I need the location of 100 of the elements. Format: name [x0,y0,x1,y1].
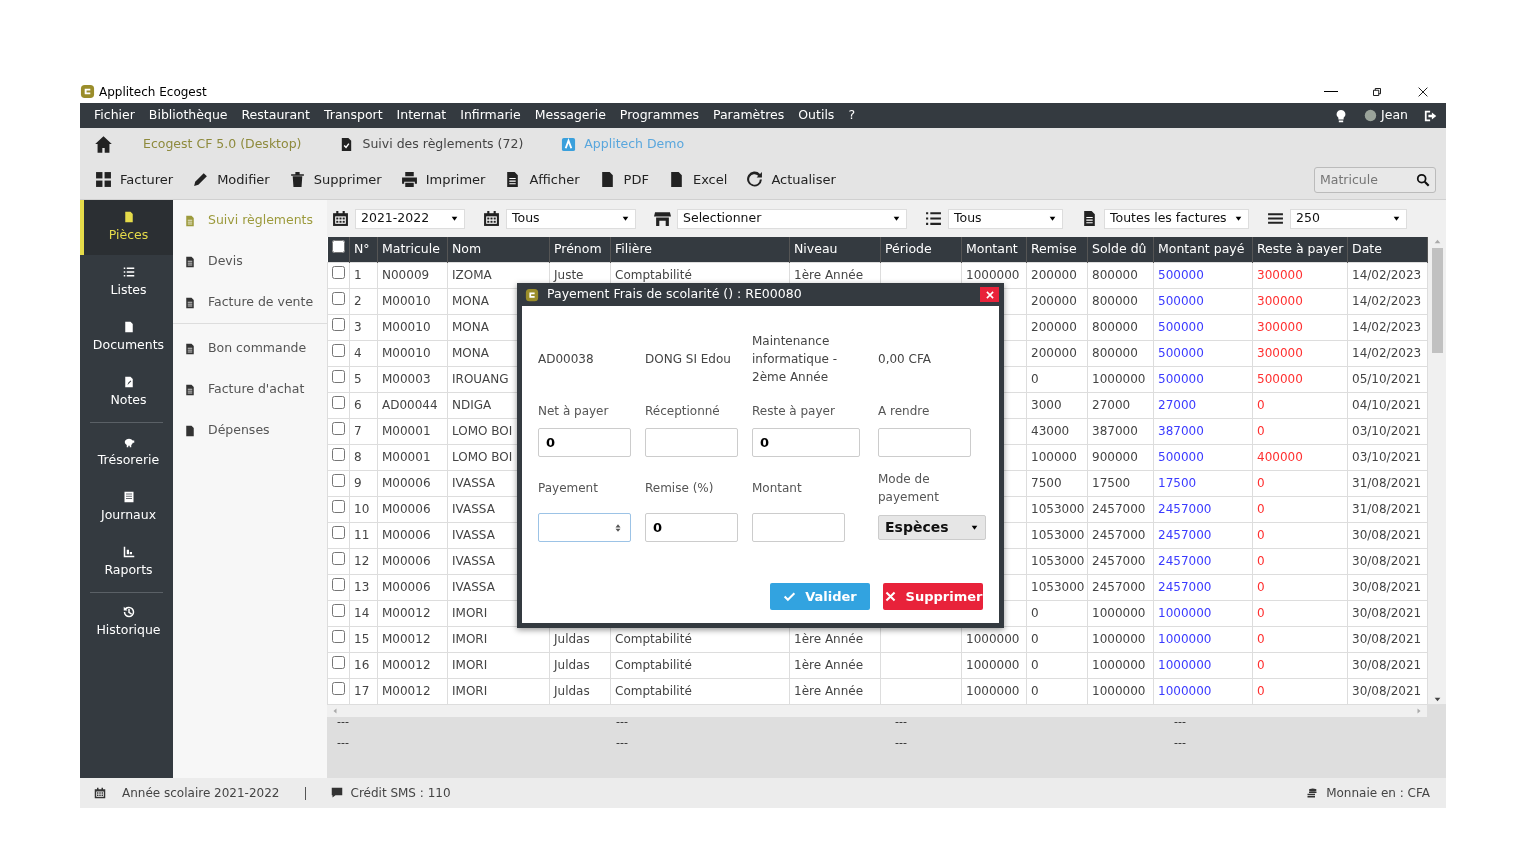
row-checkbox[interactable] [332,682,345,695]
sidebar-item[interactable]: Journaux [80,480,173,535]
column-header[interactable]: Reste à payer [1252,237,1348,262]
table-cell: 800000 [1092,268,1138,282]
row-checkbox[interactable] [332,448,345,461]
search-field[interactable]: Matricule [1314,166,1436,193]
row-checkbox[interactable] [332,422,345,435]
row-checkbox[interactable] [332,370,345,383]
menu-item[interactable]: Infirmarie [460,106,521,125]
sidebar-item[interactable]: Raports [80,535,173,590]
menu-item[interactable]: Programmes [619,106,699,125]
column-header[interactable]: Date [1347,237,1428,262]
menu-item[interactable]: Outils [798,106,835,125]
sidebar-item[interactable]: Listes [80,255,173,310]
nav-item[interactable]: Devis [173,241,327,282]
row-checkbox[interactable] [332,604,345,617]
row-checkbox[interactable] [332,552,345,565]
toolbar-button[interactable]: Modifier [192,169,270,190]
spinner-icon[interactable] [613,522,623,533]
menu-item[interactable]: Restaurant [241,106,310,125]
toolbar-button[interactable]: Actualiser [746,169,836,190]
table-cell: 200000 [1031,268,1077,282]
summary-value: --- [895,715,907,728]
summary-value: --- [1174,715,1186,728]
close-button[interactable] [980,287,999,302]
input-field[interactable] [752,513,845,542]
row-checkbox[interactable] [332,474,345,487]
toolbar-button[interactable]: Supprimer [288,169,382,190]
column-header[interactable]: Niveau [789,237,881,262]
row-checkbox[interactable] [332,396,345,409]
row-checkbox[interactable] [332,318,345,331]
table-cell: 0 [1257,398,1265,412]
nav-item[interactable]: Bon commande [173,328,327,369]
input-field[interactable]: 0 [645,513,738,542]
dropdown[interactable]: Selectionner [677,208,907,229]
dropdown[interactable]: 2021-2022 [355,208,465,229]
delete-button[interactable]: Supprimer [883,583,983,610]
select-all-checkbox[interactable] [331,239,345,253]
table-cell: 100000 [1031,450,1077,464]
toolbar-button[interactable]: PDF [598,169,649,190]
nav-item[interactable]: Dépenses [173,410,327,451]
status-text: Année scolaire 2021-2022 [122,785,280,802]
toolbar-button[interactable]: Imprimer [400,169,486,190]
user-name[interactable]: Jean [1381,106,1408,125]
column-header[interactable]: Montant payé [1153,237,1253,262]
toolbar-button[interactable]: Afficher [504,169,580,190]
column-header[interactable]: Remise [1026,237,1088,262]
row-checkbox[interactable] [332,578,345,591]
column-header[interactable]: Matricule [377,237,448,262]
toolbar-button[interactable]: Facturer [95,169,174,190]
menu-item[interactable]: Bibliothèque [148,106,228,125]
nav-item[interactable]: Facture d'achat [173,369,327,410]
mode-dropdown[interactable]: Espèces [878,515,986,540]
column-header[interactable]: Nom [447,237,550,262]
logout-icon[interactable] [1424,108,1438,123]
table-cell: 03/10/2021 [1352,424,1422,438]
sidebar-item[interactable]: Trésorerie [80,425,173,480]
row-checkbox[interactable] [332,344,345,357]
column-header[interactable]: Période [880,237,962,262]
dropdown[interactable]: 250 [1290,208,1407,229]
row-checkbox[interactable] [332,656,345,669]
row-checkbox[interactable] [332,500,345,513]
dropdown[interactable]: Toutes les factures [1104,208,1249,229]
field-label: Remise (%) [645,480,714,497]
table-cell: 0 [1257,554,1265,568]
sidebar-item[interactable]: Historique [80,595,173,650]
sidebar-item[interactable]: Documents [80,310,173,365]
menu-item[interactable]: Fichier [94,106,135,125]
input-field[interactable] [645,428,738,457]
home-icon[interactable] [94,134,113,154]
scroll-thumb[interactable] [1431,248,1443,353]
menu-item[interactable]: Messagerie [534,106,606,125]
row-checkbox[interactable] [332,526,345,539]
info-text: AD00038 [538,351,594,368]
search-icon[interactable] [1416,172,1430,187]
table-cell: 5 [354,372,362,386]
column-header[interactable]: Prénom [549,237,611,262]
dropdown[interactable]: Tous [948,208,1063,229]
menu-item[interactable]: Internat [396,106,447,125]
input-field[interactable]: 0 [538,428,631,457]
row-checkbox[interactable] [332,630,345,643]
toolbar-button[interactable]: Excel [667,169,728,190]
sidebar-item[interactable]: Pièces [80,200,173,255]
sidebar-item[interactable]: Notes [80,365,173,420]
table-cell: M00012 [382,684,431,698]
column-header[interactable]: Solde dû [1087,237,1154,262]
input-field[interactable] [538,513,631,542]
input-field[interactable]: 0 [752,428,860,457]
row-checkbox[interactable] [332,292,345,305]
column-header[interactable]: Filière [610,237,790,262]
row-checkbox[interactable] [332,266,345,279]
tab[interactable]: Suivi des règlements (72) [362,134,524,154]
dropdown[interactable]: Tous [506,208,636,229]
column-header[interactable]: Montant [961,237,1027,262]
column-header[interactable]: N° [349,237,378,262]
menu-item[interactable]: Paramètres [712,106,785,125]
input-field[interactable] [878,428,971,457]
menu-item[interactable]: Transport [323,106,383,125]
nav-item[interactable]: Facture de vente [173,282,327,323]
menu-item[interactable]: ? [848,106,855,125]
